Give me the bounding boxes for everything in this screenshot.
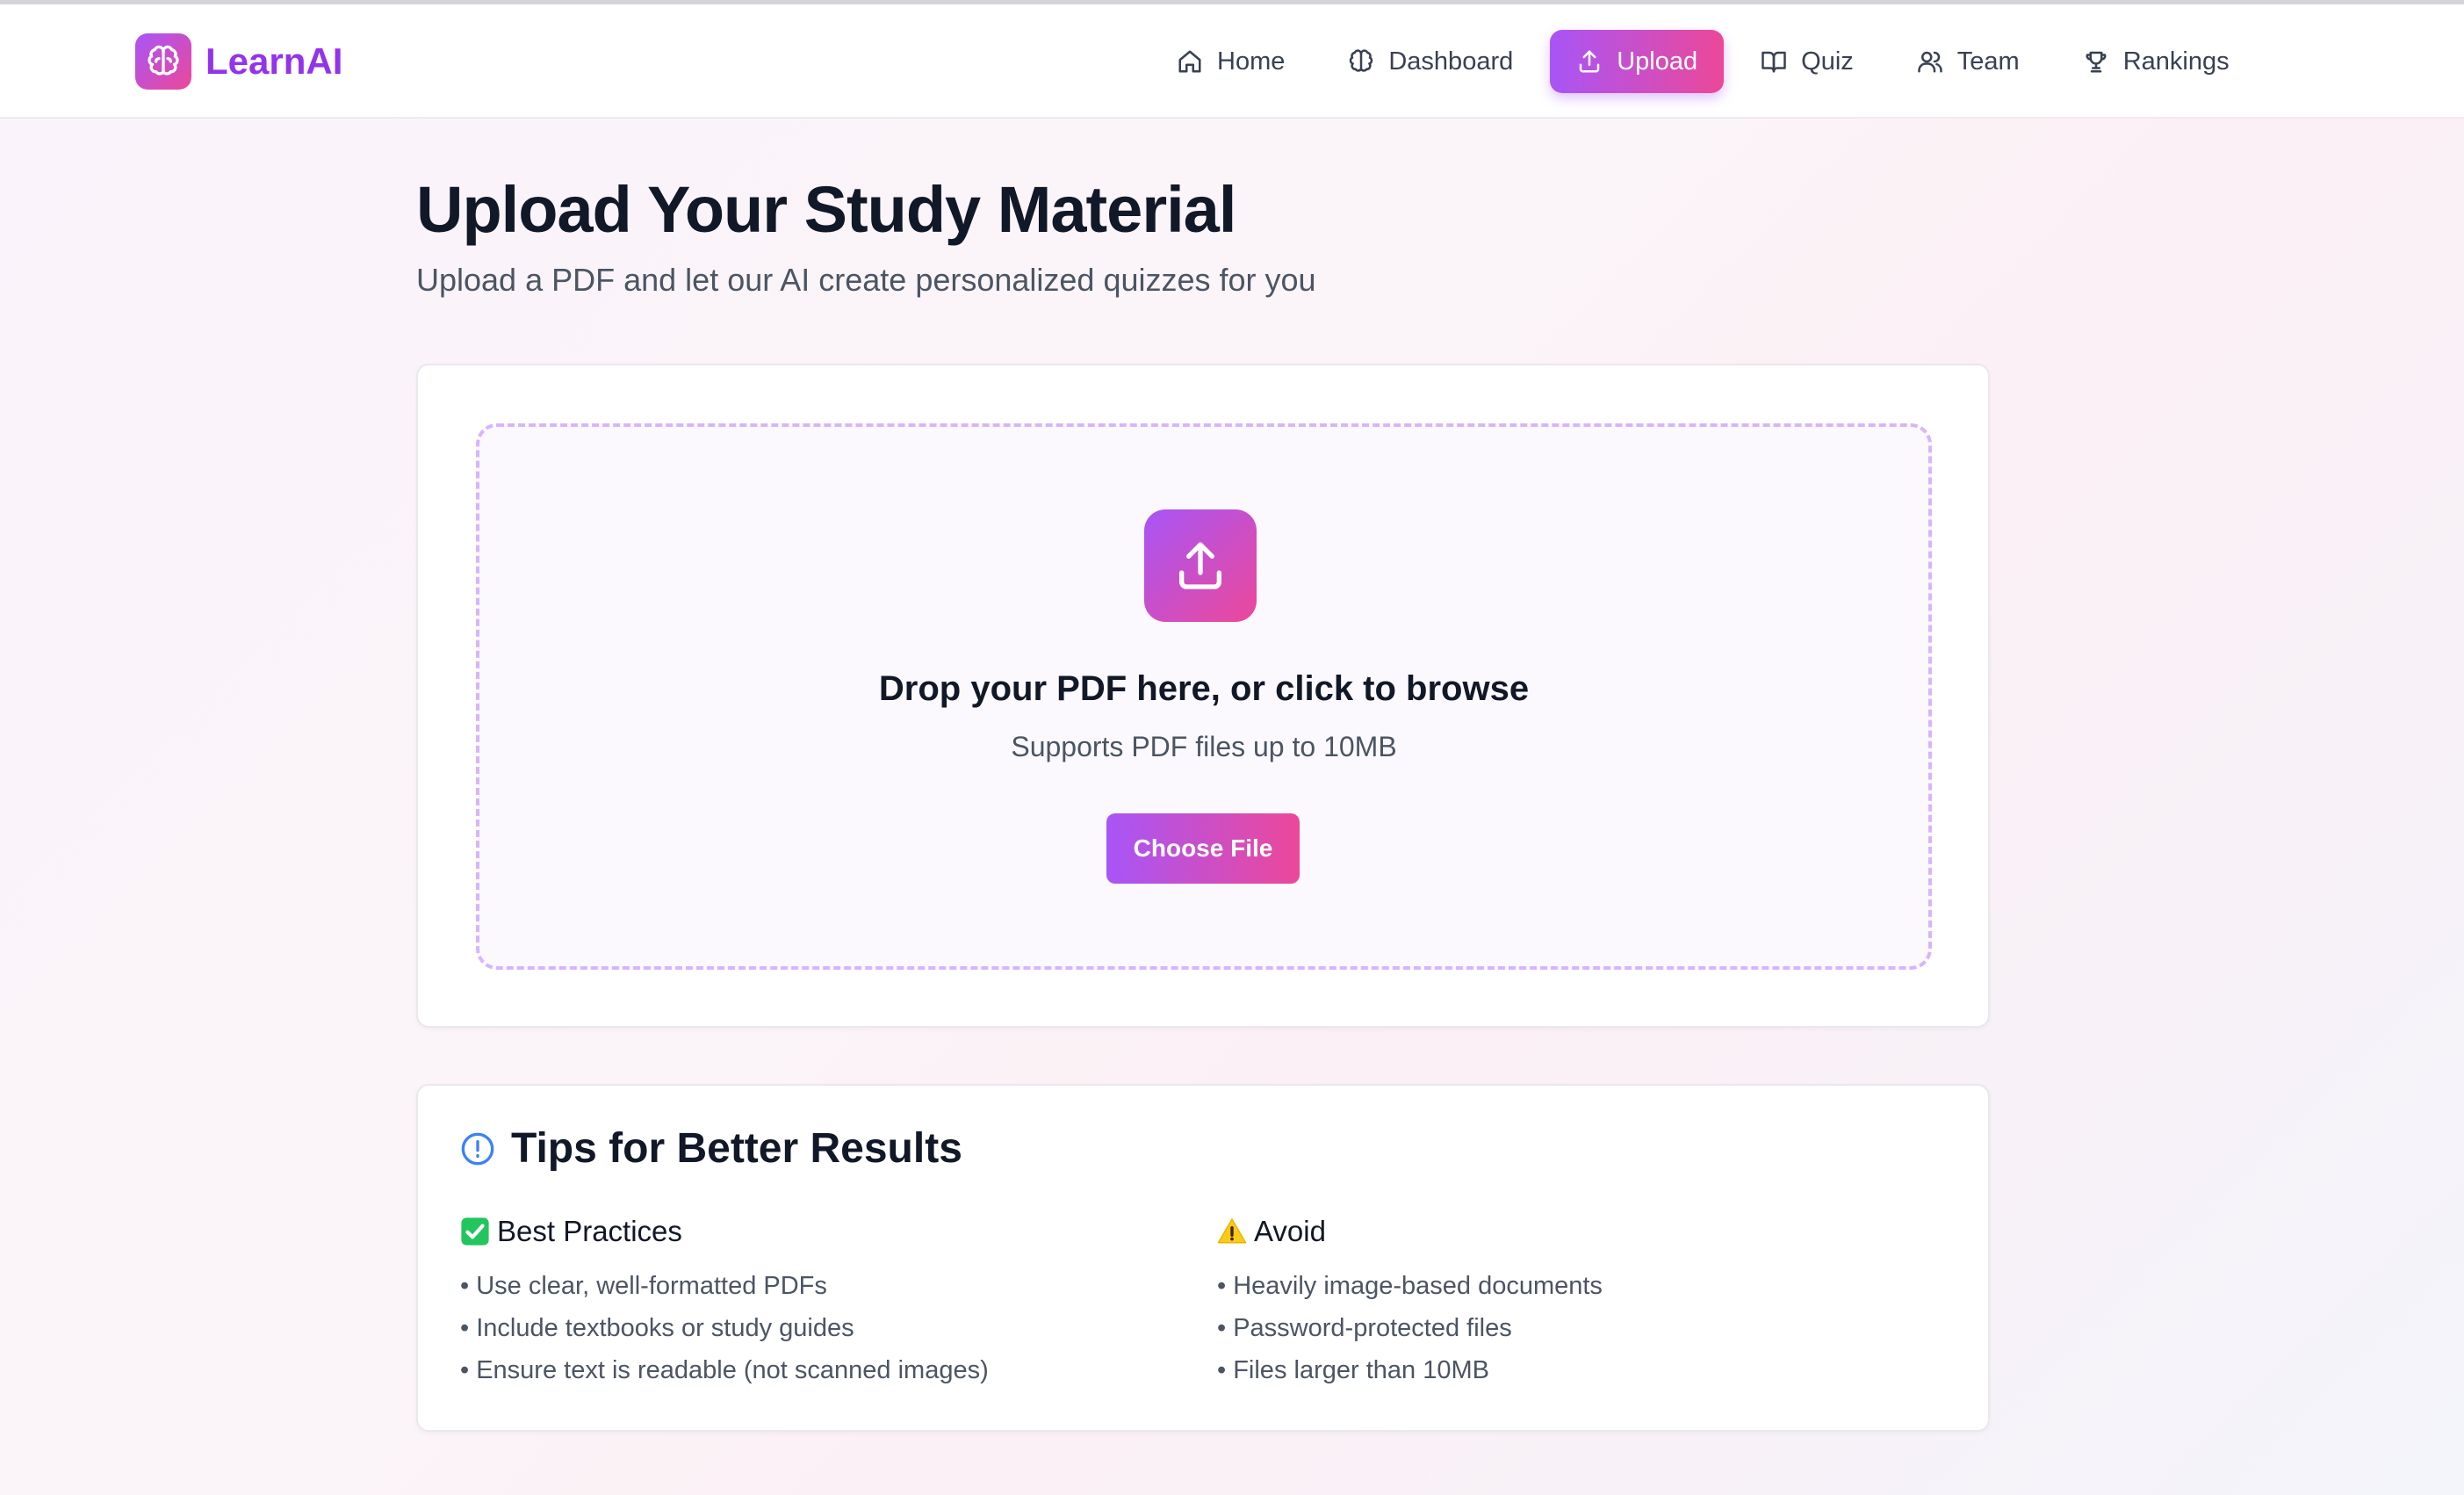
page-subtitle: Upload a PDF and let our AI create perso… (416, 262, 1316, 298)
upload-icon (1579, 50, 1600, 73)
best-practices-list: • Use clear, well-formatted PDFs • Inclu… (460, 1265, 989, 1391)
app-name: LearnAI (205, 40, 343, 82)
users-icon (1918, 51, 1942, 73)
upload-card: Drop your PDF here, or click to browse S… (416, 364, 1990, 1028)
brain-icon (1350, 49, 1373, 72)
page-title: Upload Your Study Material (416, 173, 1236, 246)
list-item: • Ensure text is readable (not scanned i… (460, 1356, 989, 1384)
nav-item-home[interactable]: Home (1150, 30, 1311, 93)
list-item: • Include textbooks or study guides (460, 1314, 854, 1342)
nav-item-label: Home (1217, 47, 1286, 76)
dropzone-title: Drop your PDF here, or click to browse (878, 669, 1530, 708)
nav-item-dashboard[interactable]: Dashboard (1322, 30, 1539, 93)
warning-icon (1217, 1217, 1247, 1246)
avoid-column: Avoid • Heavily image-based documents • … (1217, 1214, 1603, 1391)
list-item: • Password-protected files (1217, 1314, 1512, 1342)
tips-title: Tips for Better Results (511, 1125, 962, 1172)
nav-item-upload[interactable]: Upload (1550, 30, 1725, 93)
list-item: • Files larger than 10MB (1217, 1356, 1489, 1384)
nav-item-label: Upload (1617, 47, 1698, 76)
best-practices-heading: Best Practices (460, 1214, 989, 1249)
nav-item-label: Quiz (1801, 47, 1854, 76)
nav-item-label: Team (1956, 47, 2020, 76)
upload-icon (1144, 509, 1257, 622)
avoid-title: Avoid (1254, 1215, 1326, 1247)
nav-item-rankings[interactable]: Rankings (2057, 30, 2256, 93)
dropzone-subtitle: Supports PDF files up to 10MB (1011, 731, 1397, 762)
list-item: • Use clear, well-formatted PDFs (460, 1272, 827, 1300)
app-logo[interactable]: LearnAI (135, 33, 342, 90)
info-icon (461, 1132, 494, 1165)
check-box-icon (460, 1217, 490, 1246)
nav-item-team[interactable]: Team (1891, 30, 2046, 93)
list-item: • Heavily image-based documents (1217, 1272, 1603, 1300)
book-open-icon (1762, 51, 1786, 73)
pdf-dropzone[interactable]: Drop your PDF here, or click to browse S… (476, 423, 1932, 970)
tips-header: Tips for Better Results (460, 1124, 962, 1173)
top-nav-bar: LearnAI Home Dashboard Upload Quiz Team … (0, 4, 2464, 119)
home-icon (1178, 50, 1201, 73)
brain-icon (135, 33, 191, 90)
best-practices-column: Best Practices • Use clear, well-formatt… (460, 1214, 989, 1391)
main-nav: Home Dashboard Upload Quiz Team Rankings (1150, 30, 2266, 93)
nav-item-label: Rankings (2122, 47, 2230, 76)
avoid-list: • Heavily image-based documents • Passwo… (1217, 1265, 1603, 1391)
best-practices-title: Best Practices (497, 1215, 682, 1247)
nav-item-label: Dashboard (1388, 47, 1514, 76)
choose-file-button[interactable]: Choose File (1106, 813, 1300, 884)
avoid-heading: Avoid (1217, 1214, 1603, 1249)
nav-item-quiz[interactable]: Quiz (1734, 30, 1880, 93)
tips-card: Tips for Better Results Best Practices •… (416, 1084, 1990, 1432)
trophy-icon (2086, 51, 2107, 73)
